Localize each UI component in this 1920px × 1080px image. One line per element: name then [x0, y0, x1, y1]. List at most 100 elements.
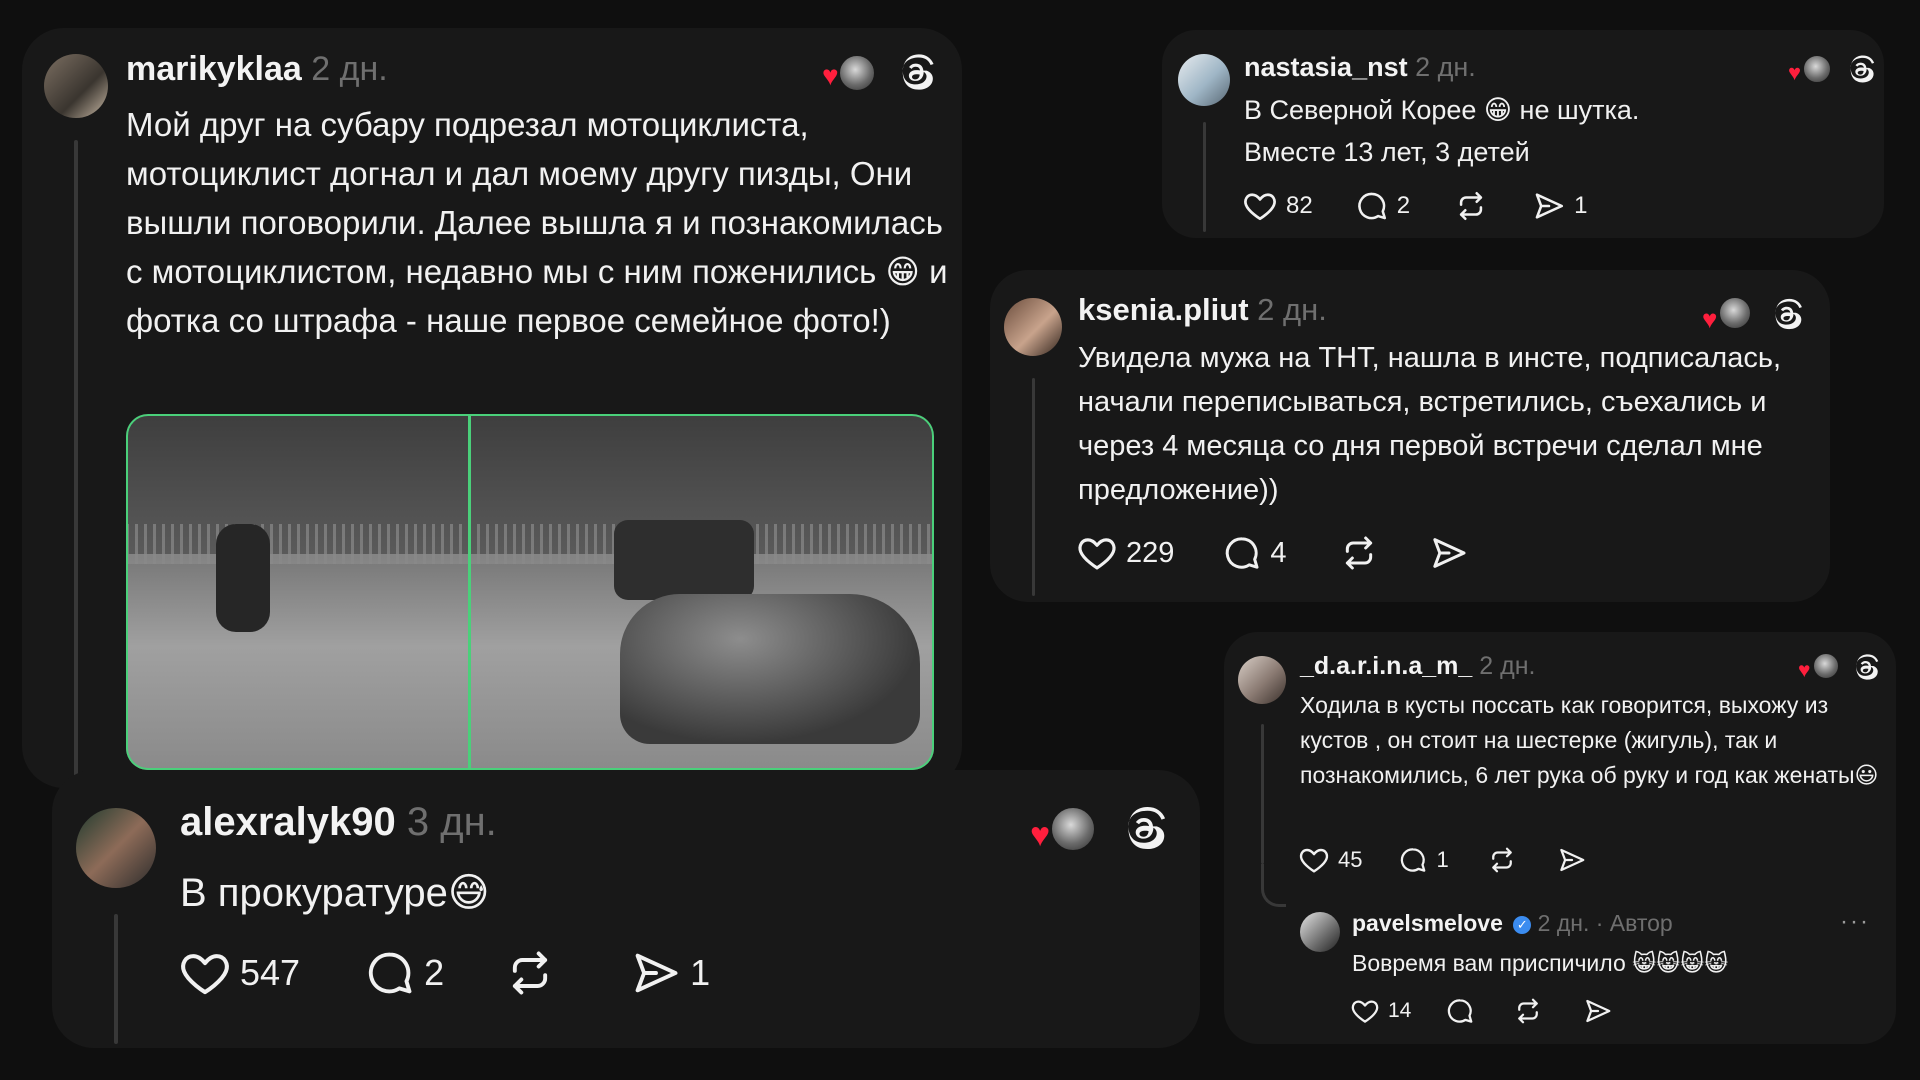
share-button[interactable]: [1429, 533, 1469, 573]
post-text-line1: В Северной Корее 😁 не шутка.: [1244, 95, 1640, 125]
post-text: Мой друг на субару подрезал мотоциклиста…: [126, 106, 948, 339]
share-icon: [1583, 996, 1613, 1026]
photo-suv: [614, 520, 754, 600]
reply-comment-button[interactable]: [1445, 996, 1475, 1026]
username-text[interactable]: ksenia.pliut: [1078, 292, 1249, 327]
repost-icon: [1454, 189, 1488, 223]
share-icon: [1532, 189, 1566, 223]
header-icons: ♥: [1786, 52, 1876, 86]
liked-by-heart-icon[interactable]: ♥: [1796, 650, 1840, 684]
comment-count: 2: [1396, 192, 1411, 219]
comment-count: 4: [1270, 536, 1287, 569]
like-count: 229: [1126, 536, 1175, 569]
like-button[interactable]: 82: [1242, 188, 1313, 224]
username[interactable]: nastasia_nst 2 дн.: [1244, 52, 1476, 83]
post-card-marikyklaa: marikyklaa 2 дн. ♥ Мой друг на субару по…: [22, 28, 962, 788]
liked-by-heart-icon[interactable]: ♥: [1700, 294, 1752, 334]
threads-logo-icon[interactable]: [1844, 53, 1876, 85]
repost-button[interactable]: [1487, 845, 1517, 875]
username[interactable]: marikyklaa 2 дн.: [126, 50, 388, 89]
heart-icon: [1242, 188, 1278, 224]
repost-button[interactable]: [1454, 189, 1488, 223]
username-text[interactable]: nastasia_nst: [1244, 52, 1408, 82]
post-card-alexralyk90: alexralyk90 3 дн. ♥ В прокуратуре😅 547 2…: [52, 770, 1200, 1048]
post-text-line2: Вместе 13 лет, 3 детей: [1244, 137, 1530, 167]
comment-button[interactable]: 4: [1222, 533, 1287, 573]
avatar[interactable]: [1238, 656, 1286, 704]
post-time: 2 дн.: [1415, 52, 1476, 82]
liked-by-avatar: [1050, 806, 1096, 852]
reply-share-button[interactable]: [1583, 996, 1613, 1026]
reply-repost-button[interactable]: [1513, 996, 1543, 1026]
comment-icon: [1445, 996, 1475, 1026]
threads-logo-icon[interactable]: [1850, 652, 1880, 682]
reply-text: Вовремя вам приспичило 😸😸😸😸: [1352, 950, 1729, 976]
username-text[interactable]: alexralyk90: [180, 800, 396, 844]
comment-icon: [1222, 533, 1262, 573]
share-button[interactable]: 1: [630, 947, 710, 999]
comment-count: 1: [1436, 847, 1449, 872]
reply-connector: [1261, 864, 1286, 907]
heart-badge-icon: ♥: [1788, 60, 1802, 85]
liked-by-avatar: [838, 54, 876, 92]
avatar[interactable]: [44, 54, 108, 118]
username[interactable]: ksenia.pliut 2 дн.: [1078, 292, 1327, 328]
avatar[interactable]: [76, 808, 156, 888]
action-bar: 82 2 1: [1242, 188, 1587, 224]
post-time: 2 дн.: [1479, 652, 1536, 680]
like-button[interactable]: 229: [1076, 532, 1174, 574]
share-count: 1: [690, 952, 711, 993]
like-button[interactable]: 45: [1298, 844, 1362, 876]
more-options-button[interactable]: ···: [1840, 908, 1870, 936]
avatar[interactable]: [1178, 54, 1230, 106]
like-count: 45: [1338, 847, 1363, 872]
post-time: 3 дн.: [406, 800, 497, 844]
post-time: 2 дн.: [311, 50, 388, 88]
comment-button[interactable]: 2: [364, 947, 444, 999]
username[interactable]: _d.a.r.i.n.a_m_ 2 дн.: [1300, 652, 1535, 681]
comment-count: 2: [424, 952, 445, 993]
photo-divider-line: [468, 414, 471, 770]
action-bar: 45 1: [1298, 844, 1587, 876]
share-button[interactable]: [1557, 845, 1587, 875]
like-button[interactable]: 547: [178, 946, 300, 1000]
username-text[interactable]: _d.a.r.i.n.a_m_: [1300, 652, 1472, 680]
reply-like-button[interactable]: 14: [1350, 996, 1411, 1026]
liked-by-heart-icon[interactable]: ♥: [1786, 52, 1832, 86]
comment-icon: [364, 947, 416, 999]
username-text[interactable]: marikyklaa: [126, 50, 302, 88]
heart-badge-icon: ♥: [1702, 304, 1718, 334]
post-time: 2 дн.: [1257, 292, 1327, 327]
liked-by-heart-icon[interactable]: ♥: [818, 50, 876, 94]
reply-avatar[interactable]: [1300, 912, 1340, 952]
action-bar: 229 4: [1076, 532, 1469, 574]
liked-by-heart-icon[interactable]: ♥: [1026, 802, 1096, 854]
heart-badge-icon: ♥: [1798, 659, 1811, 682]
threads-logo-icon[interactable]: [1768, 296, 1804, 332]
reply-username[interactable]: pavelsmelove ✓ 2 дн. · Автор: [1352, 910, 1673, 937]
repost-icon: [1487, 845, 1517, 875]
post-photo[interactable]: [126, 414, 934, 770]
photo-car: [620, 594, 920, 744]
like-count: 82: [1286, 192, 1313, 219]
thread-line: [114, 914, 118, 1044]
repost-icon: [1513, 996, 1543, 1026]
reply-like-count: 14: [1388, 999, 1412, 1022]
repost-icon: [1339, 533, 1379, 573]
comment-button[interactable]: 2: [1355, 189, 1410, 223]
action-bar: 547 2 1: [178, 946, 710, 1000]
comment-button[interactable]: 1: [1398, 845, 1449, 875]
repost-button[interactable]: [504, 947, 556, 999]
username[interactable]: alexralyk90 3 дн.: [180, 800, 497, 845]
share-button[interactable]: 1: [1532, 189, 1587, 223]
avatar[interactable]: [1004, 298, 1062, 356]
heart-icon: [1350, 996, 1380, 1026]
post-card-ksenia: ksenia.pliut 2 дн. ♥ Увидела мужа на ТНТ…: [990, 270, 1830, 602]
reply-username-text[interactable]: pavelsmelove: [1352, 910, 1503, 936]
reply-action-bar: 14: [1350, 996, 1613, 1026]
threads-logo-icon[interactable]: [894, 51, 936, 93]
reply-time: 2 дн. · Автор: [1537, 910, 1673, 936]
threads-logo-icon[interactable]: [1118, 803, 1168, 853]
repost-button[interactable]: [1339, 533, 1379, 573]
liked-by-avatar: [1812, 652, 1840, 680]
